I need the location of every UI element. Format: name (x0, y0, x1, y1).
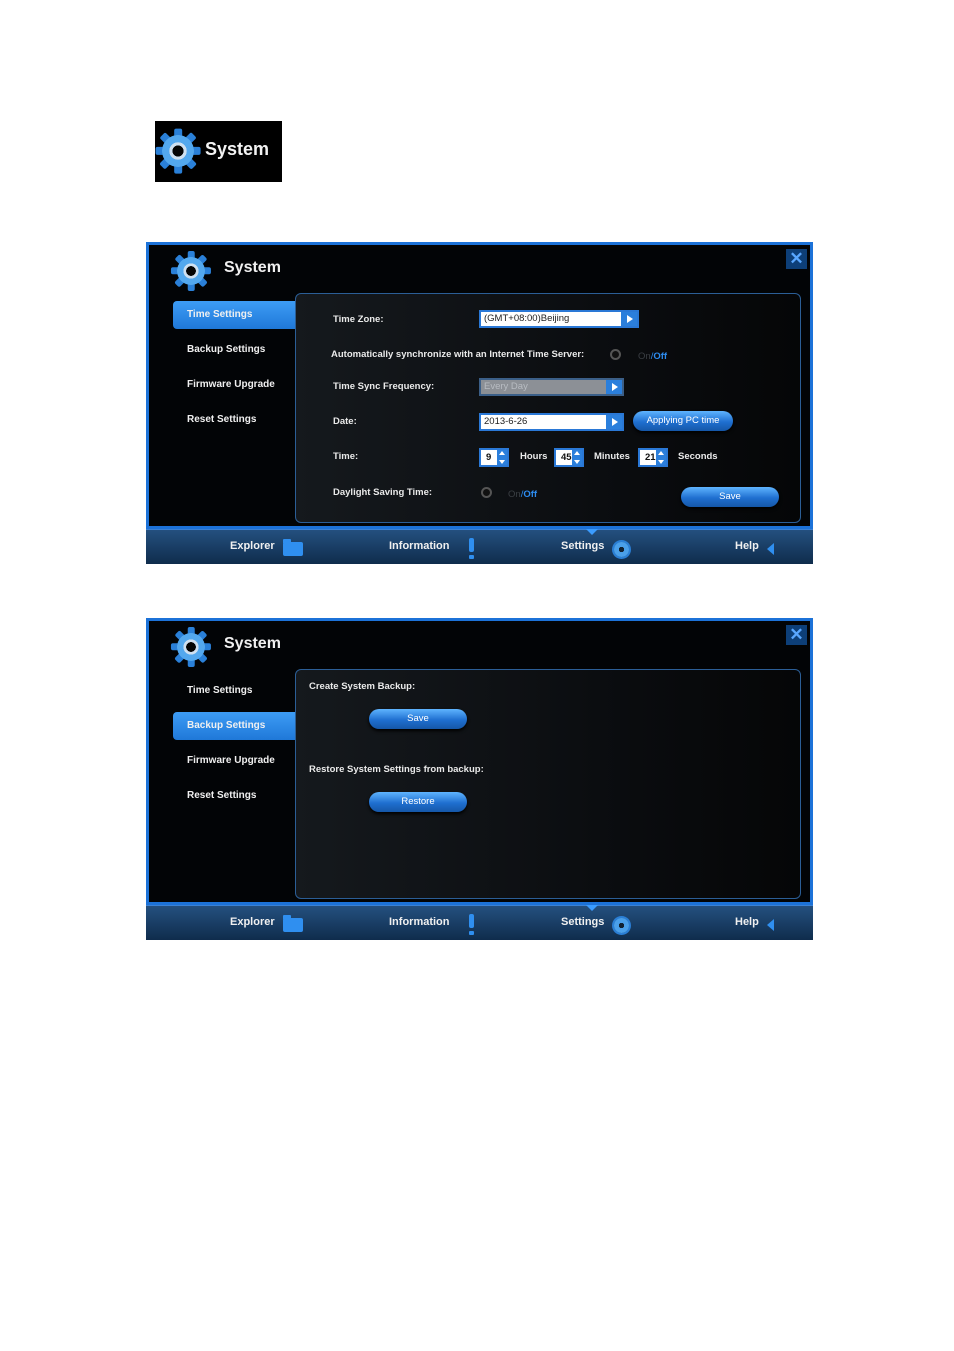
nav-explorer[interactable]: Explorer (230, 540, 275, 552)
nav-settings[interactable]: Settings (561, 916, 604, 928)
sidebar-item-reset-settings[interactable]: Reset Settings (173, 406, 295, 434)
gear-icon (170, 626, 212, 668)
dst-radio[interactable] (481, 487, 492, 498)
time-zone-select[interactable]: (GMT+08:00)Beijing (479, 310, 639, 328)
stepper-arrows-icon[interactable] (497, 450, 507, 465)
stepper-arrows-icon[interactable] (572, 450, 582, 465)
time-label: Time: (333, 451, 359, 462)
auto-sync-radio[interactable] (610, 349, 621, 360)
backup-settings-panel: Create System Backup: Save Restore Syste… (295, 669, 801, 899)
close-icon[interactable]: ✕ (786, 625, 807, 645)
nav-help[interactable]: Help (735, 540, 759, 552)
bottom-nav: Explorer Information Settings Help (146, 529, 813, 564)
applying-pc-time-button[interactable]: Applying PC time (633, 411, 733, 431)
sync-frequency-select: Every Day (479, 378, 624, 396)
restore-label: Restore System Settings from backup: (309, 764, 484, 775)
dropdown-arrow-icon (606, 415, 622, 429)
dropdown-arrow-icon (621, 312, 637, 326)
active-indicator-icon (586, 905, 598, 911)
time-settings-panel: Time Zone: (GMT+08:00)Beijing Automatica… (295, 293, 801, 523)
seconds-value: 21 (645, 452, 656, 463)
close-icon[interactable]: ✕ (786, 249, 807, 269)
seconds-stepper[interactable]: 21 (638, 448, 668, 467)
bottom-nav: Explorer Information Settings Help (146, 905, 813, 940)
window-frame: ✕ System Time Settings Backup Settings F… (146, 618, 813, 905)
sidebar-item-backup-settings[interactable]: Backup Settings (173, 336, 295, 364)
save-backup-button[interactable]: Save (369, 709, 467, 729)
app-title: System (205, 139, 270, 159)
auto-sync-label: Automatically synchronize with an Intern… (331, 349, 585, 360)
date-picker[interactable]: 2013-6-26 (479, 413, 624, 431)
date-value: 2013-6-26 (484, 416, 528, 427)
help-arrow-icon (767, 919, 774, 931)
folder-icon (283, 539, 303, 556)
time-zone-value: (GMT+08:00)Beijing (484, 313, 570, 324)
settings-gear-icon (614, 918, 629, 933)
stepper-arrows-icon[interactable] (656, 450, 666, 465)
date-label: Date: (333, 416, 357, 427)
help-arrow-icon (767, 543, 774, 555)
dropdown-arrow-icon (606, 380, 622, 394)
sync-frequency-label: Time Sync Frequency: (333, 381, 435, 392)
time-zone-label: Time Zone: (333, 314, 384, 325)
seconds-label: Seconds (678, 451, 718, 462)
nav-help[interactable]: Help (735, 916, 759, 928)
nav-information[interactable]: Information (389, 916, 450, 928)
create-backup-label: Create System Backup: (309, 681, 416, 692)
minutes-label: Minutes (594, 451, 630, 462)
sidebar-item-reset-settings[interactable]: Reset Settings (173, 782, 295, 810)
minutes-value: 45 (561, 452, 572, 463)
hours-label: Hours (520, 451, 548, 462)
sidebar-item-time-settings[interactable]: Time Settings (173, 301, 295, 329)
hours-stepper[interactable]: 9 (479, 448, 509, 467)
exclamation-icon (469, 538, 474, 559)
folder-icon (283, 915, 303, 932)
auto-sync-onoff: On/Off (638, 351, 668, 362)
sync-frequency-value: Every Day (484, 381, 528, 392)
gear-icon (155, 128, 201, 174)
save-button[interactable]: Save (681, 487, 779, 507)
sidebar-item-backup-settings[interactable]: Backup Settings (173, 712, 295, 740)
sidebar-item-firmware-upgrade[interactable]: Firmware Upgrade (173, 747, 295, 775)
gear-icon (170, 250, 212, 292)
nav-settings[interactable]: Settings (561, 540, 604, 552)
window-title: System (224, 635, 281, 652)
exclamation-icon (469, 914, 474, 935)
restore-button[interactable]: Restore (369, 792, 467, 812)
minutes-stepper[interactable]: 45 (554, 448, 584, 467)
system-window-backup-settings: ✕ System Time Settings Backup Settings F… (146, 618, 813, 940)
sidebar-item-firmware-upgrade[interactable]: Firmware Upgrade (173, 371, 295, 399)
settings-gear-icon (614, 542, 629, 557)
nav-information[interactable]: Information (389, 540, 450, 552)
dst-label: Daylight Saving Time: (333, 487, 433, 498)
window-title: System (224, 259, 281, 276)
dst-onoff: On/Off (508, 489, 538, 500)
system-window-time-settings: ✕ System Time Settings Backup Settings F… (146, 242, 813, 564)
active-indicator-icon (586, 529, 598, 535)
hours-value: 9 (486, 452, 492, 463)
sidebar-item-time-settings[interactable]: Time Settings (173, 677, 295, 705)
window-frame: ✕ System Time Settings Backup Settings F… (146, 242, 813, 529)
nav-explorer[interactable]: Explorer (230, 916, 275, 928)
system-app-icon[interactable]: System (155, 121, 282, 182)
